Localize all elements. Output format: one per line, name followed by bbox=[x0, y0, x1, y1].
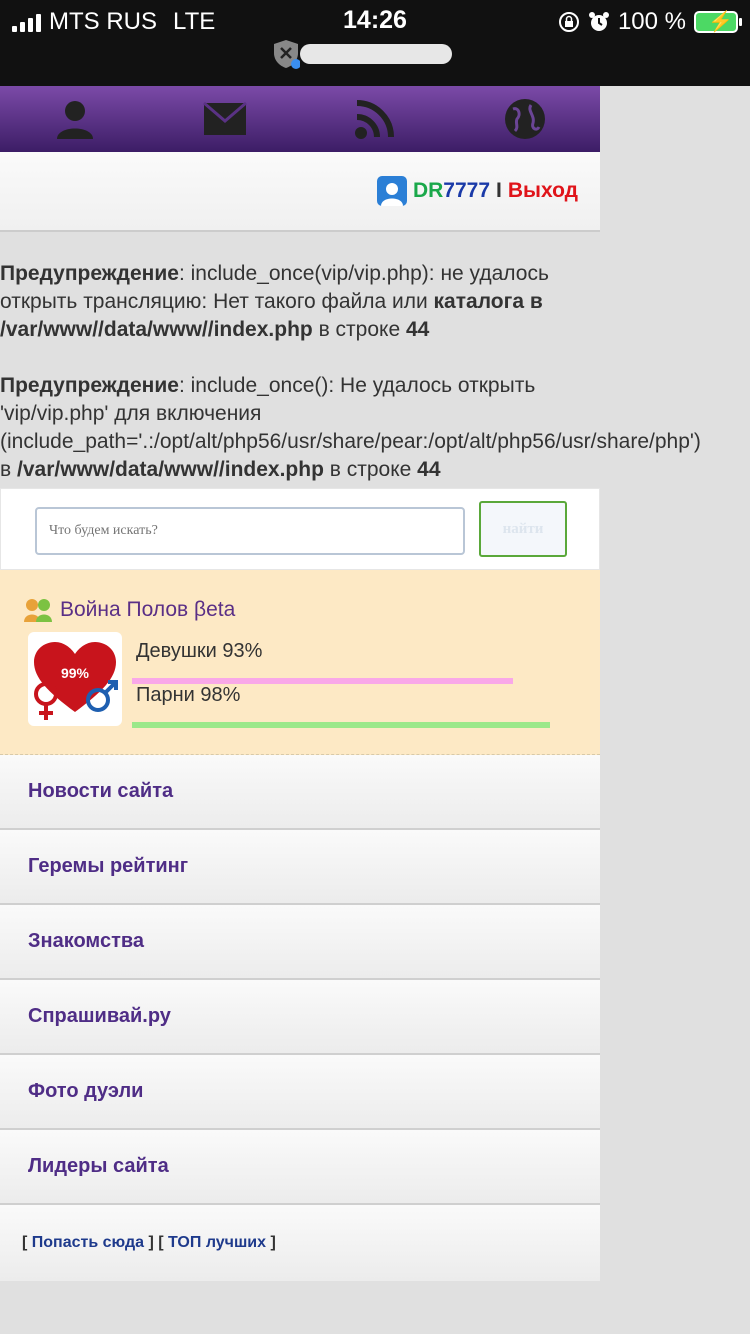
boys-label: Парни 98% bbox=[136, 684, 241, 706]
gender-war-title: Война Полов βeta bbox=[60, 598, 236, 621]
warning-message: Предупреждение: include_once(vip/vip.php… bbox=[0, 260, 600, 344]
warning-label: Предупреждение bbox=[0, 374, 179, 397]
search-input[interactable] bbox=[35, 507, 465, 555]
top-best-link[interactable]: ТОП лучших bbox=[168, 1234, 266, 1252]
menu-item-leaders[interactable]: Лидеры сайта bbox=[0, 1130, 600, 1205]
warning-path-2: /data/www/ bbox=[98, 318, 208, 341]
gender-war-widget: Война Полов βeta 99% Девушки 93% Парни 9… bbox=[0, 570, 600, 755]
footer-links: [ Попасть сюда ] [ ТОП лучших ] bbox=[0, 1205, 600, 1281]
warning-line-text: в строке bbox=[323, 458, 418, 481]
girls-label: Девушки 93% bbox=[136, 640, 263, 662]
battery-icon: ⚡ bbox=[694, 11, 742, 33]
username-link[interactable]: DR7777 bbox=[413, 179, 490, 203]
warning-line-number: 44 bbox=[417, 458, 441, 481]
warning-line-text: в строке bbox=[312, 318, 406, 341]
username-part2: 7777 bbox=[443, 179, 491, 202]
heart-gender-image: 99% bbox=[28, 632, 122, 726]
separator: I bbox=[496, 179, 502, 202]
warning-label: Предупреждение bbox=[0, 262, 179, 285]
warning-line-number: 44 bbox=[405, 318, 430, 341]
top-nav bbox=[0, 86, 600, 152]
menu-item-news[interactable]: Новости сайта bbox=[0, 755, 600, 830]
user-icon[interactable] bbox=[51, 95, 99, 143]
globe-icon[interactable] bbox=[501, 95, 549, 143]
get-here-link[interactable]: Попасть сюда bbox=[32, 1234, 144, 1252]
page-content: DR7777 I Выход Предупреждение: include_o… bbox=[0, 86, 701, 1281]
status-right: 100 % ⚡ bbox=[558, 8, 742, 36]
menu-item-ask[interactable]: Спрашивай.ру bbox=[0, 980, 600, 1055]
main-menu: Новости сайта Геремы рейтинг Знакомства … bbox=[0, 755, 600, 1205]
boys-progress-bar bbox=[132, 722, 551, 728]
shield-icon bbox=[274, 40, 300, 69]
status-bar: MTS RUS LTE 14:26 100 % ⚡ bbox=[0, 0, 750, 86]
battery-percent: 100 % bbox=[617, 8, 686, 35]
alarm-icon bbox=[588, 12, 609, 31]
menu-item-harems-rating[interactable]: Геремы рейтинг bbox=[0, 830, 600, 905]
mail-icon[interactable] bbox=[201, 95, 249, 143]
warning-path-1: /var/www/ bbox=[17, 458, 116, 481]
gender-war-title-link[interactable]: Война Полов βeta bbox=[22, 596, 235, 624]
php-warnings: Предупреждение: include_once(vip/vip.php… bbox=[0, 232, 701, 488]
heart-percent: 99% bbox=[61, 665, 90, 681]
user-bar: DR7777 I Выход bbox=[0, 152, 600, 232]
menu-item-photo-duels[interactable]: Фото дуэли bbox=[0, 1055, 600, 1130]
warning-message: Предупреждение: include_once(): Не удало… bbox=[0, 372, 701, 488]
rss-icon[interactable] bbox=[351, 95, 399, 143]
warning-path-2: data/www/ bbox=[115, 458, 219, 481]
search-bar: найти bbox=[0, 488, 600, 570]
address-bar-redacted[interactable] bbox=[300, 44, 452, 64]
warning-path-3: /index.php bbox=[218, 458, 324, 481]
warning-path-3: /index.php bbox=[207, 318, 313, 341]
search-button[interactable]: найти bbox=[479, 501, 567, 557]
profile-icon bbox=[376, 176, 407, 206]
users-group-icon bbox=[24, 599, 52, 622]
logout-link[interactable]: Выход bbox=[508, 179, 578, 203]
menu-item-dating[interactable]: Знакомства bbox=[0, 905, 600, 980]
username-part1: DR bbox=[412, 179, 444, 202]
orientation-lock-icon bbox=[558, 12, 579, 32]
